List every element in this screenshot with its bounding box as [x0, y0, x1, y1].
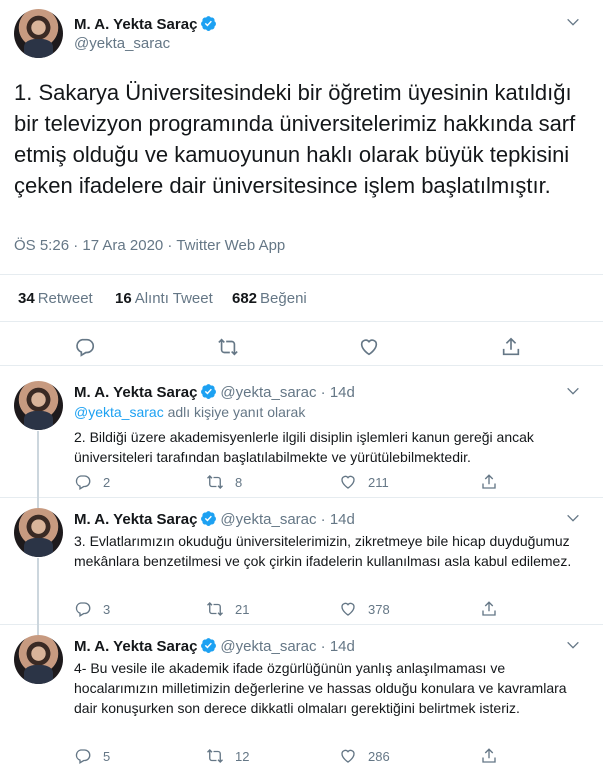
like-count: 286 — [368, 748, 390, 764]
reply-to-context: @yekta_sarac adlı kişiye yanıt olarak — [74, 404, 305, 420]
author-name[interactable]: M. A. Yekta Saraç @yekta_sarac · 14d — [74, 510, 355, 528]
share-icon — [502, 337, 520, 356]
avatar[interactable] — [14, 381, 63, 430]
tweet-actions: 5 12 286 — [74, 747, 594, 767]
reply-button[interactable]: 5 — [74, 747, 110, 765]
verified-icon — [201, 511, 217, 526]
like-button[interactable]: 211 — [339, 473, 389, 491]
like-count: 682 — [232, 290, 258, 307]
like-count: 211 — [368, 474, 389, 490]
author-name[interactable]: M. A. Yekta Saraç — [74, 15, 217, 33]
retweet-label: Retweet — [37, 290, 93, 307]
author-name-text[interactable]: M. A. Yekta Saraç — [74, 384, 197, 401]
thread-line — [37, 498, 39, 508]
avatar[interactable] — [14, 508, 63, 557]
share-icon — [482, 474, 496, 489]
reply-to-suffix: adlı kişiye yanıt olarak — [163, 404, 306, 420]
retweet-icon — [207, 475, 223, 489]
thread-line — [37, 625, 39, 635]
share-button[interactable] — [480, 473, 509, 491]
handle-time[interactable]: @yekta_sarac · 14d — [220, 384, 354, 401]
tweet-actions: 3 21 378 — [74, 600, 594, 620]
like-icon — [341, 749, 355, 763]
quote-stat[interactable]: 16 Alıntı Tweet — [115, 290, 213, 307]
retweet-count: 34 — [18, 290, 35, 307]
like-count: 378 — [368, 601, 390, 617]
verified-icon — [201, 384, 217, 399]
tweet-thread-page: M. A. Yekta Saraç @yekta_sarac 1. Sakary… — [0, 0, 603, 774]
like-button[interactable]: 286 — [339, 747, 390, 765]
retweet-stat[interactable]: 34 Retweet — [18, 290, 93, 307]
verified-icon — [201, 638, 217, 653]
tweet-text: 4- Bu vesile ile akademik ifade özgürlüğ… — [74, 660, 567, 716]
share-button[interactable] — [500, 336, 522, 358]
like-stat[interactable]: 682 Beğeni — [232, 290, 307, 307]
retweet-count: 8 — [235, 474, 243, 490]
retweet-button[interactable]: 8 — [206, 473, 242, 491]
retweet-button[interactable]: 12 — [206, 747, 249, 765]
thread-line — [37, 558, 39, 625]
reply-tweet[interactable]: M. A. Yekta Saraç @yekta_sarac · 14d 4- B… — [0, 625, 603, 774]
chevron-down-icon[interactable] — [565, 637, 581, 653]
reply-count: 3 — [103, 601, 111, 617]
retweet-icon — [218, 338, 238, 356]
avatar[interactable] — [14, 635, 63, 684]
tweet-meta[interactable]: ÖS 5:26 · 17 Ara 2020 · Twitter Web App — [14, 237, 285, 254]
reply-button[interactable]: 3 — [74, 600, 110, 618]
retweet-icon — [207, 602, 223, 616]
tweet-text: 3. Evlatlarımızın okuduğu üniversiteleri… — [74, 533, 572, 569]
quote-label: Alıntı Tweet — [134, 290, 213, 307]
chevron-down-icon[interactable] — [565, 510, 581, 526]
share-button[interactable] — [480, 600, 509, 618]
retweet-count: 12 — [235, 748, 250, 764]
like-icon — [341, 602, 355, 616]
reply-button[interactable]: 2 — [74, 473, 110, 491]
author-name[interactable]: M. A. Yekta Saraç @yekta_sarac · 14d — [74, 637, 355, 655]
reply-tweet[interactable]: M. A. Yekta Saraç @yekta_sarac · 14d @yek… — [0, 371, 603, 498]
tweet-text: 1. Sakarya Üniversitesindeki bir öğretim… — [14, 80, 576, 198]
reply-icon — [75, 602, 91, 617]
retweet-button[interactable] — [217, 336, 239, 358]
share-icon — [482, 601, 496, 616]
share-icon — [482, 748, 496, 763]
author-name[interactable]: M. A. Yekta Saraç @yekta_sarac · 14d — [74, 383, 355, 401]
share-button[interactable] — [480, 747, 509, 765]
tweet-text: 2. Bildiği üzere akademisyenlerle ilgili… — [74, 429, 534, 465]
reply-count: 2 — [103, 474, 111, 490]
reply-button[interactable] — [74, 336, 96, 358]
reply-icon — [75, 475, 91, 490]
tweet-actions: 2 8 211 — [74, 473, 594, 493]
reply-count: 5 — [103, 748, 111, 764]
author-name-text[interactable]: M. A. Yekta Saraç — [74, 638, 197, 655]
like-label: Beğeni — [260, 290, 307, 307]
retweet-button[interactable]: 21 — [206, 600, 249, 618]
verified-icon — [201, 16, 217, 31]
reply-tweet[interactable]: M. A. Yekta Saraç @yekta_sarac · 14d 3. E… — [0, 498, 603, 625]
quote-count: 16 — [115, 290, 132, 307]
handle-time[interactable]: @yekta_sarac · 14d — [220, 511, 354, 528]
like-button[interactable]: 378 — [339, 600, 390, 618]
chevron-down-icon[interactable] — [565, 14, 581, 30]
reply-to-link[interactable]: @yekta_sarac — [74, 404, 164, 420]
author-handle[interactable]: @yekta_sarac — [74, 35, 170, 52]
handle-time[interactable]: @yekta_sarac · 14d — [220, 638, 354, 655]
tweet-stats: 34 Retweet 16 Alıntı Tweet 682 Beğeni — [0, 274, 603, 322]
author-name-text[interactable]: M. A. Yekta Saraç — [74, 16, 197, 33]
reply-icon — [76, 338, 95, 357]
like-icon — [360, 339, 378, 356]
thread-line — [37, 431, 39, 498]
retweet-count: 21 — [235, 601, 250, 617]
chevron-down-icon[interactable] — [565, 383, 581, 399]
author-name-text[interactable]: M. A. Yekta Saraç — [74, 511, 197, 528]
retweet-icon — [207, 749, 223, 763]
like-button[interactable] — [358, 336, 380, 358]
avatar[interactable] — [14, 9, 63, 58]
main-tweet: M. A. Yekta Saraç @yekta_sarac 1. Sakary… — [0, 0, 603, 366]
reply-icon — [75, 749, 91, 764]
like-icon — [341, 475, 355, 489]
